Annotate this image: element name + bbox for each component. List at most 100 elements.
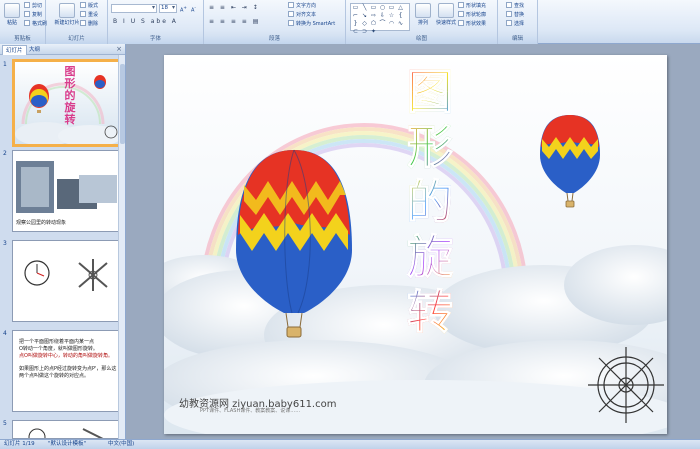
select-button[interactable]: 选择 xyxy=(506,20,524,28)
slide-3-preview xyxy=(13,241,121,321)
scrollbar-thumb[interactable] xyxy=(120,64,125,144)
slide-thumbnail-3[interactable] xyxy=(12,240,122,322)
new-slide-icon xyxy=(59,3,75,18)
shape-item[interactable]: ⊂ xyxy=(351,28,360,36)
shape-item[interactable]: ⇨ xyxy=(369,12,378,20)
shape-fill-button[interactable]: 形状填充 xyxy=(458,2,486,10)
current-slide[interactable]: 图形的旋转 幼教资源网 ziyuan.baby611.com PPT课件、FLA… xyxy=(164,55,667,434)
thumb-text: 把一个平面图形绕着平面内某一点 O转动一个角度，就叫做图形旋转。 点O叫做旋转中… xyxy=(19,339,116,380)
slide-thumbnail-4[interactable]: 把一个平面图形绕着平面内某一点 O转动一个角度，就叫做图形旋转。 点O叫做旋转中… xyxy=(12,330,122,412)
text-direction-button[interactable]: 文字方向 xyxy=(288,2,316,10)
slides-group-label: 幻灯片 xyxy=(46,35,107,44)
reset-icon xyxy=(80,11,86,17)
replace-button[interactable]: 替换 xyxy=(506,11,524,19)
shape-item[interactable]: ◇ xyxy=(360,20,369,28)
shape-outline-button[interactable]: 形状轮廓 xyxy=(458,11,486,19)
copy-button[interactable]: 复制 xyxy=(24,11,42,19)
thumb-text-line: 点O叫做旋转中心，转动的角叫做旋转角。 xyxy=(19,353,113,359)
shape-item[interactable]: ⊃ xyxy=(360,28,369,36)
smartart-icon xyxy=(288,20,294,26)
pen-icon xyxy=(458,11,464,17)
effects-icon xyxy=(458,20,464,26)
thumb-title: 图形的旋转 xyxy=(64,65,76,126)
shapes-gallery[interactable]: ▭ ╲ ▭ ○ ▭ △⌐ ↘ ⇨ ⇩ ☆{} ◇ ⬠ ⌒ ◠ ∿⊂ ⊃ ✦ xyxy=(350,3,410,35)
title-char: 旋 xyxy=(407,230,454,284)
grow-font-button[interactable]: A+ xyxy=(180,4,187,14)
shape-item[interactable]: ∿ xyxy=(396,20,405,28)
binoculars-icon xyxy=(506,2,512,8)
shape-item[interactable]: ○ xyxy=(378,4,387,12)
shape-item[interactable]: ⌐ xyxy=(351,12,360,20)
reset-button[interactable]: 重设 xyxy=(80,11,98,19)
shape-effects-button[interactable]: 形状效果 xyxy=(458,20,486,28)
shape-item[interactable]: ✦ xyxy=(369,28,378,36)
fill-bucket-icon xyxy=(458,2,464,8)
font-name-combo[interactable] xyxy=(111,4,157,13)
close-icon[interactable]: × xyxy=(116,45,122,53)
thumb-text-line: 如果图形上的点P经过旋转变为点P'，那么这 xyxy=(19,366,117,372)
font-group: 18 A+ A- B I U S abe A 字体 xyxy=(108,0,204,44)
shape-item[interactable]: ◠ xyxy=(387,20,396,28)
cut-button[interactable]: 剪切 xyxy=(24,2,42,10)
cursor-icon xyxy=(506,20,512,26)
delete-slide-button[interactable]: 删除 xyxy=(80,20,98,28)
tab-outline[interactable]: 大纲 xyxy=(26,45,43,55)
slide-editor-area: 图形的旋转 幼教资源网 ziyuan.baby611.com PPT课件、FLA… xyxy=(127,44,700,439)
slide-thumbnail-2[interactable]: 观察公园里的转动现象 xyxy=(12,150,122,232)
smartart-button[interactable]: 转换为 SmartArt xyxy=(288,20,335,28)
copy-icon xyxy=(24,11,30,17)
arrange-button[interactable]: 排列 xyxy=(412,2,434,32)
replace-icon xyxy=(506,11,512,17)
format-painter-button[interactable]: 格式刷 xyxy=(24,20,47,28)
slide-thumbnail-5[interactable] xyxy=(12,420,122,439)
clipboard-group: 粘贴 剪切 复制 格式刷 剪贴板 xyxy=(0,0,47,44)
shape-item[interactable]: ⬠ xyxy=(369,20,378,28)
slide-thumbnail-1[interactable]: 图形的旋转 xyxy=(12,59,122,147)
shrink-font-button[interactable]: A- xyxy=(191,4,196,14)
title-char: 图 xyxy=(407,65,454,119)
slide-number: 5 xyxy=(3,420,7,427)
shape-item[interactable]: ▭ xyxy=(369,4,378,12)
new-slide-button[interactable]: 新建幻灯片 xyxy=(54,2,80,32)
slide-5-preview xyxy=(13,421,121,438)
font-size-combo[interactable]: 18 xyxy=(159,4,177,13)
slides-pane: 幻灯片 大纲 × 1 图形的旋转 2 观察公园里的转动现象 3 4 把一个平面图… xyxy=(0,44,126,439)
layout-icon xyxy=(80,2,86,8)
theme-name: "默认设计模板" xyxy=(48,441,87,447)
title-char: 的 xyxy=(407,175,454,229)
shape-item[interactable]: ▭ xyxy=(351,4,360,12)
shape-item[interactable]: ⇩ xyxy=(378,12,387,20)
language: 中文(中国) xyxy=(108,441,135,447)
font-format-row[interactable]: B I U S abe A xyxy=(113,18,178,25)
shape-item[interactable]: } xyxy=(351,20,360,28)
shape-item[interactable]: ☆ xyxy=(387,12,396,20)
shape-item[interactable]: ╲ xyxy=(360,4,369,12)
thumb-text-line: 把一个平面图形绕着平面内某一点 xyxy=(19,339,95,345)
text-direction-icon xyxy=(288,2,294,8)
shape-item[interactable]: ↘ xyxy=(360,12,369,20)
clipboard-group-label: 剪贴板 xyxy=(0,35,45,44)
drawing-group-label: 绘图 xyxy=(346,35,497,44)
find-button[interactable]: 查找 xyxy=(506,2,524,10)
layout-button[interactable]: 版式 xyxy=(80,2,98,10)
shape-item[interactable]: ▭ xyxy=(387,4,396,12)
list-buttons-row[interactable]: ≡ ≡ ⇤ ⇥ ↕ xyxy=(209,4,260,11)
font-group-label: 字体 xyxy=(108,35,203,44)
footer-subtitle: PPT课件、FLASH课件、教案教案、说课…… xyxy=(200,408,301,414)
title-char: 形 xyxy=(407,120,454,174)
ship-wheel xyxy=(588,347,664,423)
shape-item[interactable]: { xyxy=(396,12,405,20)
quick-styles-button[interactable]: 快速样式 xyxy=(433,2,459,32)
paste-button[interactable]: 粘贴 xyxy=(1,2,23,32)
align-buttons-row[interactable]: ≡ ≡ ≡ ≡ ▤ xyxy=(209,18,260,25)
quick-styles-icon xyxy=(438,3,454,18)
shape-item[interactable]: △ xyxy=(396,4,405,12)
brush-icon xyxy=(24,20,30,26)
delete-icon xyxy=(80,20,86,26)
tab-slides[interactable]: 幻灯片 xyxy=(2,45,27,55)
pane-scrollbar[interactable] xyxy=(118,55,125,439)
shape-item[interactable]: ⌒ xyxy=(378,20,387,28)
pane-tabs: 幻灯片 大纲 × xyxy=(0,44,125,55)
slide-number: 2 xyxy=(3,150,7,157)
align-text-button[interactable]: 对齐文本 xyxy=(288,11,316,19)
